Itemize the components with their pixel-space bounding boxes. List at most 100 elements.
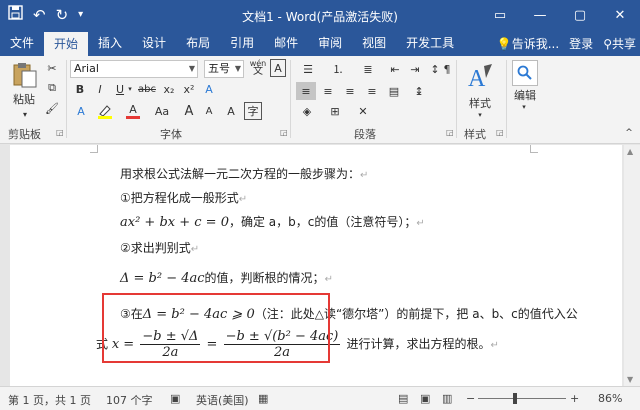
tab-3[interactable]: 设计 <box>132 30 176 56</box>
ribbon-tabs-right: 💡告诉我... 登录 ⚲共享 <box>497 30 636 56</box>
ribbon-display-options-icon[interactable]: ▭ <box>480 0 520 30</box>
share-button[interactable]: ⚲共享 <box>603 35 636 52</box>
tab-2[interactable]: 插入 <box>88 30 132 56</box>
web-layout-icon[interactable]: ▥ <box>442 392 452 405</box>
margin-corner <box>530 145 538 153</box>
styles-icon[interactable]: A <box>464 60 496 94</box>
zoom-level[interactable]: 86% <box>598 392 622 405</box>
strikethrough-button[interactable]: abc <box>136 80 158 98</box>
font-color-button[interactable]: A <box>122 102 144 120</box>
tab-4[interactable]: 布局 <box>176 30 220 56</box>
equation-general-form[interactable]: ax² + bx + c = 0 <box>120 215 229 230</box>
multilevel-list-icon[interactable]: ≣ <box>356 60 380 78</box>
scroll-down-icon[interactable]: ▼ <box>627 375 633 384</box>
format-painter-icon[interactable]: 🖌 <box>44 100 60 116</box>
minimize-icon[interactable]: — <box>520 0 560 30</box>
subscript-button[interactable]: x₂ <box>160 80 178 98</box>
zoom-slider-thumb[interactable] <box>513 393 518 404</box>
clipboard-launcher-icon[interactable]: ◲ <box>56 128 64 137</box>
tab-5[interactable]: 引用 <box>220 30 264 56</box>
language-status[interactable]: 英语(美国) <box>196 392 249 408</box>
chinese-layout-icon[interactable]: ✕ <box>352 102 374 120</box>
zoom-in-icon[interactable]: + <box>570 392 579 405</box>
styles-group-label: 样式 <box>464 128 486 141</box>
styles-button[interactable]: 样式 <box>462 96 498 110</box>
window-controls: ▭ — ▢ ✕ <box>480 0 640 30</box>
tab-1[interactable]: 开始 <box>44 32 89 56</box>
align-left-icon[interactable]: ≡ <box>296 82 316 100</box>
justify-icon[interactable]: ≡ <box>362 82 382 100</box>
underline-options-icon[interactable]: ▾ <box>126 80 134 98</box>
document-area: 用求根公式法解一元二次方程的一般步骤为：↵ ①把方程化成一般形式↵ ax² + … <box>0 145 640 386</box>
document-page[interactable]: 用求根公式法解一元二次方程的一般步骤为：↵ ①把方程化成一般形式↵ ax² + … <box>10 145 622 386</box>
tell-me-search[interactable]: 💡告诉我... <box>497 35 559 52</box>
tab-6[interactable]: 邮件 <box>264 30 308 56</box>
change-case-button[interactable]: Aa <box>150 102 174 120</box>
char-border-icon[interactable]: A <box>270 59 286 77</box>
chevron-down-icon: ▾ <box>522 103 526 111</box>
maximize-icon[interactable]: ▢ <box>560 0 600 30</box>
italic-button[interactable]: I <box>92 80 108 98</box>
grow-font-button[interactable]: A <box>180 102 198 120</box>
paste-options-icon[interactable]: ▾ <box>10 108 40 120</box>
doc-line-4: ②求出判别式↵ <box>120 241 200 255</box>
paragraph-launcher-icon[interactable]: ◲ <box>446 128 454 137</box>
bold-button[interactable]: B <box>72 80 88 98</box>
read-mode-icon[interactable]: ▤ <box>398 392 408 405</box>
status-bar: 第 1 页，共 1 页 107 个字 ▣ 英语(美国) ▦ ▤ ▣ ▥ − + … <box>0 386 640 410</box>
word-count[interactable]: 107 个字 <box>106 392 153 408</box>
tab-9[interactable]: 开发工具 <box>396 30 464 56</box>
paragraph-group-label: 段落 <box>354 128 376 141</box>
macro-record-icon[interactable]: ▦ <box>258 392 268 405</box>
divider <box>456 60 457 138</box>
collapse-ribbon-icon[interactable]: ^ <box>622 126 636 140</box>
tab-0[interactable]: 文件 <box>0 30 44 56</box>
doc-line-2: ①把方程化成一般形式↵ <box>120 191 248 205</box>
margin-corner <box>90 145 98 153</box>
copy-icon[interactable]: ⧉ <box>44 80 60 96</box>
proofing-icon[interactable]: ▣ <box>170 392 180 405</box>
shading-icon[interactable]: ◈ <box>296 102 318 120</box>
close-icon[interactable]: ✕ <box>600 0 640 30</box>
divider <box>290 60 291 138</box>
align-center-icon[interactable]: ≡ <box>318 82 338 100</box>
phonetic-button[interactable]: A <box>222 102 240 120</box>
zoom-out-icon[interactable]: − <box>466 392 475 405</box>
font-launcher-icon[interactable]: ◲ <box>280 128 288 137</box>
zoom-slider[interactable] <box>478 398 566 399</box>
scroll-up-icon[interactable]: ▲ <box>627 147 633 156</box>
clear-format-button[interactable]: A <box>200 80 218 98</box>
equation-discriminant[interactable]: Δ = b² − 4ac <box>120 271 205 286</box>
enclose-char-icon[interactable]: 字 <box>244 102 262 120</box>
font-size-combo[interactable]: 五号 ▼ <box>204 60 244 78</box>
increase-indent-icon[interactable]: ⇥ <box>406 60 424 78</box>
shrink-font-button[interactable]: A <box>200 102 218 120</box>
distributed-icon[interactable]: ▤ <box>384 82 404 100</box>
styles-launcher-icon[interactable]: ◲ <box>496 128 504 137</box>
superscript-button[interactable]: x² <box>180 80 198 98</box>
align-right-icon[interactable]: ≡ <box>340 82 360 100</box>
bullets-icon[interactable]: ☰ <box>296 60 320 78</box>
show-marks-icon[interactable]: ¶ <box>440 60 454 78</box>
print-layout-icon[interactable]: ▣ <box>420 392 430 405</box>
paste-button[interactable]: 粘贴 <box>6 92 42 106</box>
page-count[interactable]: 第 1 页，共 1 页 <box>8 392 91 408</box>
highlight-icon[interactable] <box>94 102 116 120</box>
line-spacing-icon[interactable]: ↨ <box>408 82 430 100</box>
signin-link[interactable]: 登录 <box>569 35 593 52</box>
paste-icon[interactable] <box>8 60 42 90</box>
borders-icon[interactable]: ⊞ <box>324 102 346 120</box>
phonetic-guide-icon[interactable]: wén 文 <box>248 59 268 77</box>
edit-button[interactable]: 编辑 <box>508 88 542 102</box>
cut-icon[interactable]: ✂ <box>44 60 60 76</box>
numbering-icon[interactable]: ⒈ <box>326 60 350 78</box>
doc-line-5: Δ = b² − 4ac的值，判断根的情况；↵ <box>120 271 333 286</box>
tab-7[interactable]: 审阅 <box>308 30 352 56</box>
decrease-indent-icon[interactable]: ⇤ <box>386 60 404 78</box>
tab-8[interactable]: 视图 <box>352 30 396 56</box>
vertical-scrollbar[interactable]: ▲ ▼ <box>624 145 640 386</box>
search-icon[interactable] <box>512 60 538 86</box>
svg-text:A: A <box>468 66 486 92</box>
font-name-combo[interactable]: Arial ▼ <box>70 60 198 78</box>
text-effects-button[interactable]: A <box>72 102 90 120</box>
